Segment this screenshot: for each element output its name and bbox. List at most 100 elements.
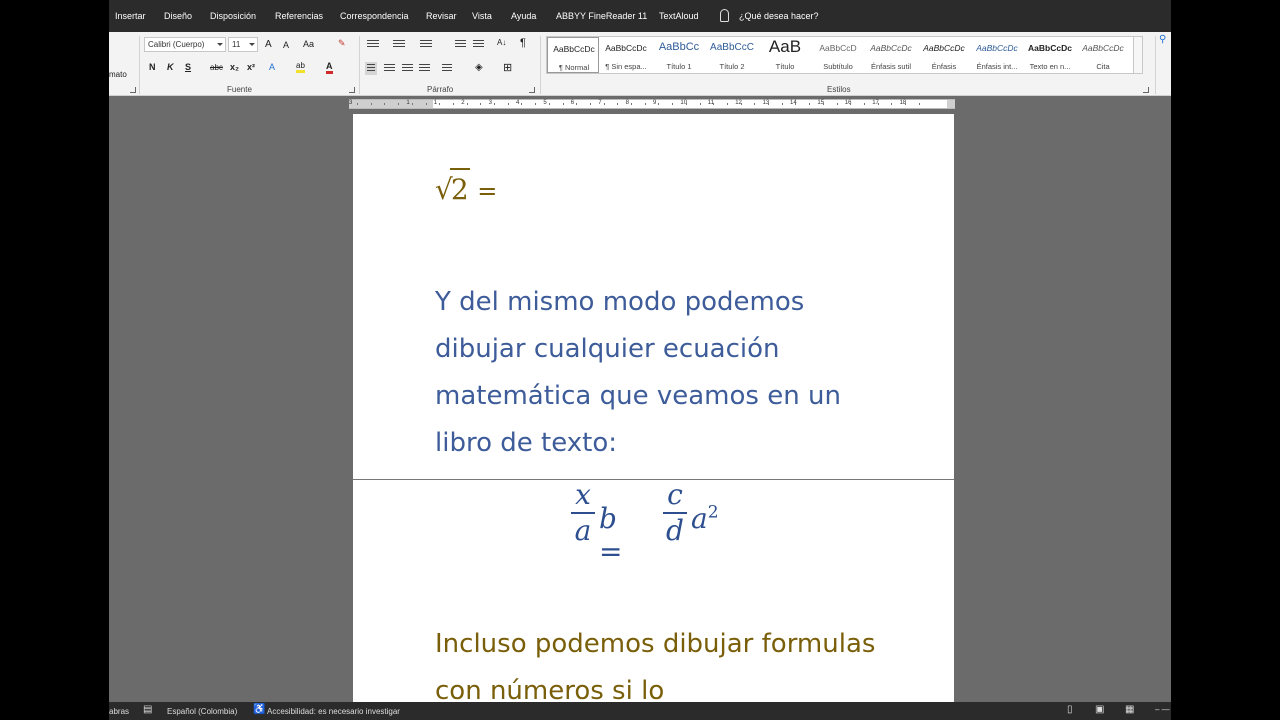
ruler-tick [589,103,591,105]
style-enfasis-sutil[interactable]: AaBbCcDc Énfasis sutil [865,37,917,73]
tab-revisar[interactable]: Revisar [426,11,457,21]
line-spacing-icon[interactable] [442,64,452,73]
strikethrough-button[interactable]: abc [210,63,223,72]
ruler-tick [891,103,893,105]
style-enfasis[interactable]: AaBbCcDc Énfasis [918,37,970,73]
zoom-slider[interactable]: – — [1155,705,1170,714]
font-name-combo[interactable]: Calibri (Cuerpo) [144,37,226,52]
italic-button[interactable]: K [167,62,174,72]
ruler-tick [466,103,468,105]
fraction-x-over-a: x a [571,480,595,546]
change-case-button[interactable]: Aa [303,39,314,49]
font-size-combo[interactable]: 11 [228,37,258,52]
document-page[interactable]: √2 = Y del mismo modo podemos dibujar cu… [353,114,954,714]
decrease-indent-icon[interactable] [455,40,466,49]
ruler-tick [548,103,550,105]
tell-me-search[interactable]: ¿Qué desea hacer? [739,11,819,21]
print-layout-icon[interactable]: ▣ [1095,704,1104,715]
font-launcher-icon[interactable] [349,87,355,93]
style-titulo-1[interactable]: AaBbCc Título 1 [653,37,705,73]
body-paragraph-2[interactable]: Incluso podemos dibujar formulas con núm… [435,621,895,715]
ribbon: mato Calibri (Cuerpo) 11 A A Aa ✎ N K S … [109,32,1171,96]
ruler-number: 4 [516,100,520,106]
tab-vista[interactable]: Vista [472,11,492,21]
highlight-button[interactable]: ab [296,61,305,73]
tab-disposicion[interactable]: Disposición [210,11,256,21]
accessibility-status[interactable]: Accesibilidad: es necesario investigar [267,707,400,716]
ruler-tick [370,103,372,105]
ruler-number: 3 [349,100,353,106]
underline-button[interactable]: S [185,62,191,72]
bold-button[interactable]: N [149,62,156,72]
style-texto-en-negrita[interactable]: AaBbCcDc Texto en n... [1024,37,1076,73]
show-marks-button[interactable]: ¶ [520,37,526,49]
style-titulo[interactable]: AaB Título [759,37,811,73]
ruler-tick [631,103,632,105]
styles-gallery: AaBbCcDc ¶ Normal AaBbCcDc ¶ Sin espa...… [546,36,1139,74]
style-enfasis-intenso[interactable]: AaBbCcDc Énfasis int... [971,37,1023,73]
group-separator [139,36,140,94]
text-effects-icon[interactable]: A [269,62,275,72]
grow-font-button[interactable]: A [265,39,272,50]
ruler-tick [713,103,715,105]
ruler-tick [603,103,605,105]
styles-launcher-icon[interactable] [1143,87,1149,93]
style-subtitulo[interactable]: AaBbCcD Subtítulo [812,37,864,73]
ruler-tick [644,103,646,105]
subscript-button[interactable]: x₂ [230,62,239,72]
ribbon-tabs-bar: Insertar Diseño Disposición Referencias … [109,0,1171,32]
ruler-number: 6 [570,100,575,106]
tab-insertar[interactable]: Insertar [115,11,146,21]
tab-textaloud[interactable]: TextAloud [659,11,699,21]
sort-icon[interactable]: A↓ [497,38,506,47]
multilevel-list-icon[interactable] [420,40,432,49]
font-group-label: Fuente [227,85,252,94]
font-name-value: Calibri (Cuerpo) [148,40,205,49]
style-sample: AaBbCcDc [605,43,647,53]
style-normal[interactable]: AaBbCcDc ¶ Normal [547,37,599,73]
style-sample: AaBbCcDc [553,44,595,54]
increase-indent-icon[interactable] [473,40,484,49]
align-left-icon[interactable] [365,62,377,75]
language-indicator[interactable]: Español (Colombia) [167,707,237,716]
accessibility-icon[interactable]: ♿ [253,704,265,715]
chevron-down-icon [249,43,255,46]
sqrt-equation-line[interactable]: √2 = [435,168,497,211]
style-sin-espaciado[interactable]: AaBbCcDc ¶ Sin espa... [600,37,652,73]
tab-correspondencia[interactable]: Correspondencia [340,11,409,21]
ruler-tick [494,103,495,105]
format-painter-label[interactable]: mato [109,70,127,79]
align-center-icon[interactable] [384,64,395,73]
styles-scroll[interactable] [1133,36,1143,74]
word-count[interactable]: abras [109,707,129,716]
borders-icon[interactable]: ⊞ [503,61,512,74]
paragraph-launcher-icon[interactable] [529,87,535,93]
clear-format-icon[interactable]: ✎ [338,38,346,49]
shading-icon[interactable]: ◈ [475,62,483,73]
ruler-tick [411,103,413,105]
bullets-icon[interactable] [367,40,379,49]
read-mode-icon[interactable]: ▯ [1067,704,1073,715]
style-titulo-2[interactable]: AaBbCcC Título 2 [706,37,758,73]
chevron-down-icon [217,43,223,46]
style-name: Cita [1096,62,1110,71]
find-icon[interactable]: ⚲ [1159,34,1166,45]
tab-ayuda[interactable]: Ayuda [511,11,536,21]
numbering-icon[interactable] [393,40,405,49]
ruler-tick [562,103,564,105]
equation-exponent: 2 [707,502,719,523]
horizontal-ruler[interactable]: 3 1 1 2 3 4 5 6 7 8 9 10 11 12 13 14 15 16 17 18 [349,99,955,109]
body-paragraph[interactable]: Y del mismo modo podemos dibujar cualqui… [435,279,895,467]
tab-abbyy[interactable]: ABBYY FineReader 11 [556,11,647,21]
tab-referencias[interactable]: Referencias [275,11,323,21]
justify-icon[interactable] [419,64,430,73]
clipboard-launcher-icon[interactable] [130,87,136,93]
align-right-icon[interactable] [402,64,413,73]
shrink-font-button[interactable]: A [283,40,289,50]
superscript-button[interactable]: x² [247,62,255,72]
tab-diseno[interactable]: Diseño [164,11,192,21]
web-layout-icon[interactable]: ▦ [1125,704,1134,715]
style-cita[interactable]: AaBbCcDc Cita [1077,37,1129,73]
font-color-button[interactable]: A [326,61,333,74]
proofing-icon[interactable]: ▤ [143,704,152,715]
